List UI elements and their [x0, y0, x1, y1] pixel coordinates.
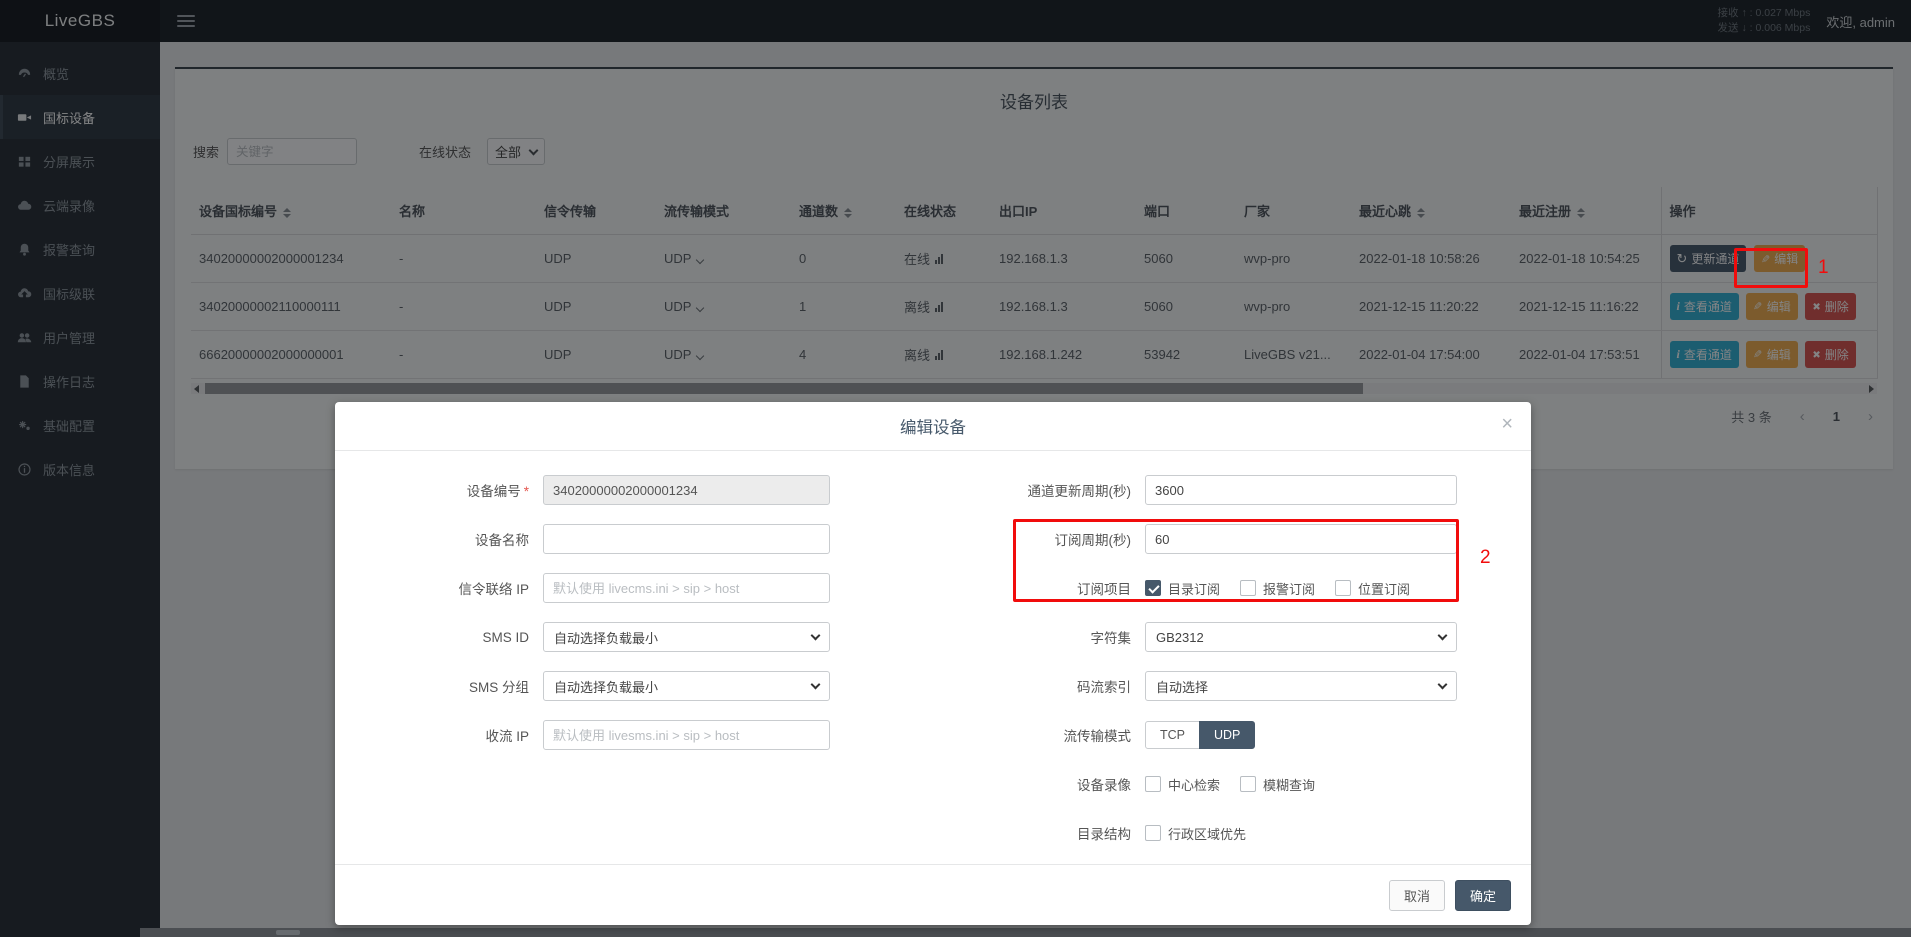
confirm-button[interactable]: 确定 — [1455, 880, 1511, 911]
tcp-option[interactable]: TCP — [1145, 721, 1200, 749]
device-id-field — [543, 475, 830, 505]
modal-title: 编辑设备 — [900, 414, 966, 438]
required-mark: * — [524, 484, 529, 499]
device-name-field[interactable] — [543, 524, 830, 554]
chevron-down-icon — [1438, 631, 1448, 641]
chevron-down-icon — [1438, 680, 1448, 690]
channel-refresh-label: 通道更新周期(秒) — [935, 480, 1131, 500]
sms-group-select[interactable]: 自动选择负载最小 — [543, 671, 830, 701]
channel-refresh-field[interactable] — [1145, 475, 1457, 505]
fuzzy-query-checkbox[interactable] — [1240, 776, 1256, 792]
edit-device-modal: 编辑设备 × 设备编号* 设备名称 信令联络 IP SMS ID 自动选择负载最… — [335, 402, 1531, 925]
chevron-down-icon — [811, 631, 821, 641]
center-search-checkbox[interactable] — [1145, 776, 1161, 792]
signal-ip-field[interactable] — [543, 573, 830, 603]
cancel-button[interactable]: 取消 — [1389, 880, 1445, 911]
device-id-label: 设备编号* — [379, 480, 529, 500]
chevron-down-icon — [811, 680, 821, 690]
admin-region-first-checkbox[interactable] — [1145, 825, 1161, 841]
close-icon[interactable]: × — [1501, 414, 1513, 434]
stream-mode-label: 流传输模式 — [935, 725, 1131, 745]
sms-group-label: SMS 分组 — [379, 676, 529, 696]
udp-option[interactable]: UDP — [1199, 721, 1255, 749]
annotation-number-1: 1 — [1818, 257, 1829, 279]
stream-mode-toggle: TCP UDP — [1145, 721, 1255, 749]
charset-select[interactable]: GB2312 — [1145, 622, 1457, 652]
annotation-number-2: 2 — [1480, 547, 1491, 569]
catalog-struct-label: 目录结构 — [935, 823, 1131, 843]
recv-ip-field[interactable] — [543, 720, 830, 750]
charset-label: 字符集 — [935, 627, 1131, 647]
recv-ip-label: 收流 IP — [379, 725, 529, 745]
device-record-label: 设备录像 — [935, 774, 1131, 794]
sms-id-label: SMS ID — [379, 630, 529, 645]
stream-index-select[interactable]: 自动选择 — [1145, 671, 1457, 701]
device-name-label: 设备名称 — [379, 529, 529, 549]
sms-id-select[interactable]: 自动选择负载最小 — [543, 622, 830, 652]
annotation-box-2 — [1013, 519, 1459, 602]
stream-index-label: 码流索引 — [935, 676, 1131, 696]
signal-ip-label: 信令联络 IP — [379, 578, 529, 598]
annotation-box-1 — [1734, 248, 1808, 288]
